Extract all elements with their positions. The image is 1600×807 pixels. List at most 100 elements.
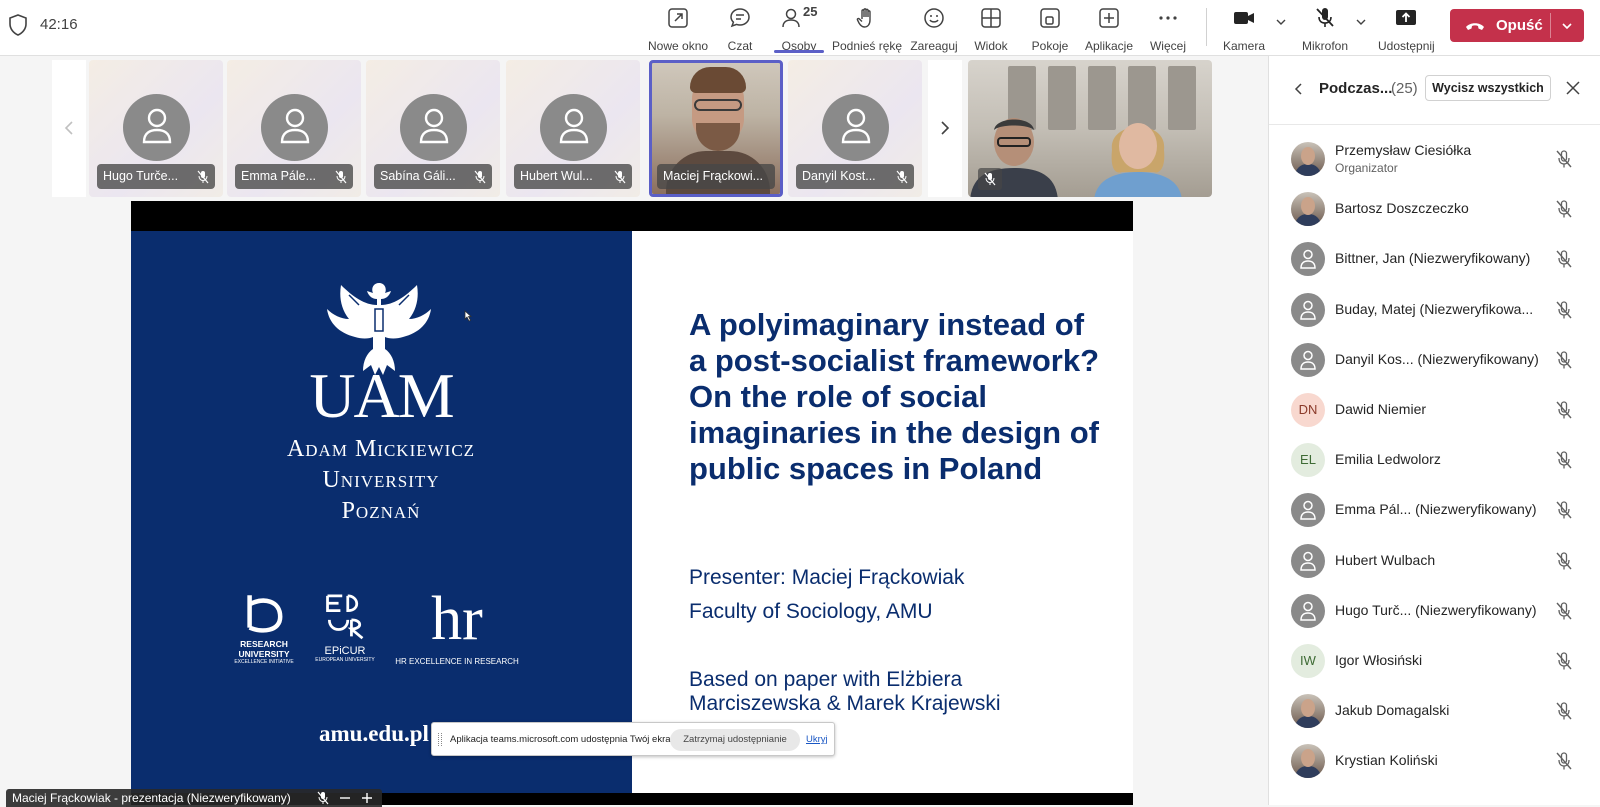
add-app-icon [1099,8,1119,28]
leave-button[interactable]: Opuść [1450,9,1584,42]
mic-off-icon[interactable] [1555,350,1573,370]
person-icon [559,108,589,144]
avatar [1291,744,1325,779]
new-window-button[interactable]: Nowe okno [648,4,708,53]
participant-name: Dawid Niemier [1335,401,1427,417]
research-university-emblem [247,595,283,633]
meeting-toolbar: 42:16 Nowe okno Czat Osoby 25 Podnieś rę… [0,0,1600,56]
participant-row[interactable]: Hubert Wulbach [1291,542,1591,586]
avatar [1291,543,1325,578]
participant-row[interactable]: Buday, Matej (Niezweryfikowa... [1291,291,1591,335]
participant-row[interactable]: Bartosz Doszczeczko [1291,190,1591,234]
participant-tile[interactable]: Emma Pále... [227,60,361,197]
presenter-caption: Maciej Frąckowiak - prezentacja (Niezwer… [6,789,382,807]
mic-off-icon [614,170,626,184]
participant-tile[interactable]: Hubert Wul... [506,60,640,197]
person-icon [1300,551,1316,571]
share-message: Aplikacja teams.microsoft.com udostępnia… [450,734,679,745]
camera-options-chevron-icon[interactable] [1275,16,1287,28]
participant-row[interactable]: Jakub Domagalski [1291,692,1591,736]
close-icon[interactable] [1565,80,1581,96]
panel-title: Podczas... [1319,80,1393,97]
mic-off-icon [896,170,908,184]
screen-share-notification: Aplikacja teams.microsoft.com udostępnia… [431,722,835,756]
participant-name: Danyil Kos... (Niezweryfikowany) [1335,350,1539,367]
mute-all-button[interactable]: Wycisz wszystkich [1425,75,1551,101]
share-button[interactable]: Udostępnij [1378,4,1435,53]
more-button[interactable]: Więcej [1148,4,1188,53]
participant-row[interactable]: Bittner, Jan (Niezweryfikowany) [1291,240,1591,284]
slide-faculty: Faculty of Sociology, AMU [689,600,933,623]
participant-row[interactable]: Danyil Kos... (Niezweryfikowany) [1291,341,1591,385]
mic-off-icon[interactable] [1555,701,1573,721]
mic-off-icon[interactable] [1555,300,1573,320]
zoom-in-icon[interactable] [360,791,374,805]
university-name-line: University [322,467,440,493]
rooms-button[interactable]: Pokoje [1030,4,1070,53]
mic-off-icon[interactable] [1555,601,1573,621]
participant-row[interactable]: Hugo Turč... (Niezweryfikowany) [1291,592,1591,636]
participant-name: Przemysław Ciesiółka [1335,142,1472,158]
camera-button[interactable]: Kamera [1222,4,1266,53]
participant-row[interactable]: Przemysław Ciesiółka Organizator [1291,140,1591,184]
avatar [1291,694,1325,729]
participant-tile-active-speaker[interactable]: Maciej Frąckowi... [649,60,783,197]
participant-tile[interactable]: Danyil Kost... [788,60,922,197]
grid-icon [981,8,1001,28]
drag-handle[interactable] [438,733,442,746]
person-icon [1300,250,1316,270]
person-icon [419,108,449,144]
apps-button[interactable]: Aplikacje [1084,4,1134,53]
zoom-out-icon[interactable] [338,791,352,805]
hand-icon [856,8,871,28]
panel-count: (25) [1391,80,1418,97]
room-camera-video[interactable] [968,60,1212,197]
person-icon [1300,601,1316,621]
participant-name: Krystian Koliński [1335,752,1438,769]
mic-off-icon [1316,8,1334,27]
mic-off-icon[interactable] [1555,249,1573,269]
logo-text: hr [431,585,483,653]
chevron-right-icon [941,121,950,135]
chevron-down-icon[interactable] [1560,19,1574,33]
mic-off-icon[interactable] [1555,450,1573,470]
avatar [1291,493,1325,528]
participant-row[interactable]: EL Emilia Ledwolorz [1291,441,1591,485]
view-button[interactable]: Widok [972,4,1010,53]
chat-button[interactable]: Czat [724,4,756,53]
mic-off-icon[interactable] [1555,199,1573,219]
avatar-initials: IW [1291,644,1325,678]
mic-off-icon[interactable] [1555,651,1573,671]
chevron-left-icon[interactable] [1293,82,1305,96]
research-university-logo: RESEARCH UNIVERSITY EXCELLENCE INITIATIV… [231,591,297,665]
participant-row[interactable]: IW Igor Włosiński [1291,642,1591,686]
participant-row[interactable]: Krystian Koliński [1291,742,1591,786]
slide-presenter: Presenter: Maciej Frąckowiak [689,566,965,589]
logo-text: EPiCUR [324,645,366,657]
camera-icon [1234,12,1254,24]
hide-link[interactable]: Ukryj [806,734,828,745]
mic-off-icon[interactable] [1555,500,1573,520]
strip-next-button[interactable] [928,60,962,197]
participant-row[interactable]: Emma Pál... (Niezweryfikowany) [1291,491,1591,535]
presenter-caption-text: Maciej Frąckowiak - prezentacja (Niezwer… [12,791,291,805]
participant-tile[interactable]: Sabína Gáli... [366,60,500,197]
mic-options-chevron-icon[interactable] [1355,16,1367,28]
person-icon [142,108,172,144]
raise-hand-button[interactable]: Podnieś rękę [832,4,902,53]
avatar [400,94,467,161]
mic-off-icon[interactable] [1555,149,1573,169]
mic-off-icon[interactable] [1555,400,1573,420]
participant-row[interactable]: DN Dawid Niemier [1291,391,1591,435]
participant-tile[interactable]: Hugo Turče... [89,60,223,197]
strip-prev-button[interactable] [52,60,86,197]
participant-name: Emilia Ledwolorz [1335,451,1441,468]
mic-off-icon[interactable] [1555,751,1573,771]
ellipsis-icon [1159,16,1177,20]
avatar [1291,292,1325,327]
people-count: 25 [803,4,818,19]
mic-off-icon[interactable] [1555,551,1573,571]
react-button[interactable]: Zareaguj [910,4,958,53]
microphone-button[interactable]: Mikrofon [1300,4,1350,53]
stop-sharing-button[interactable]: Zatrzymaj udostępnianie [670,729,800,751]
